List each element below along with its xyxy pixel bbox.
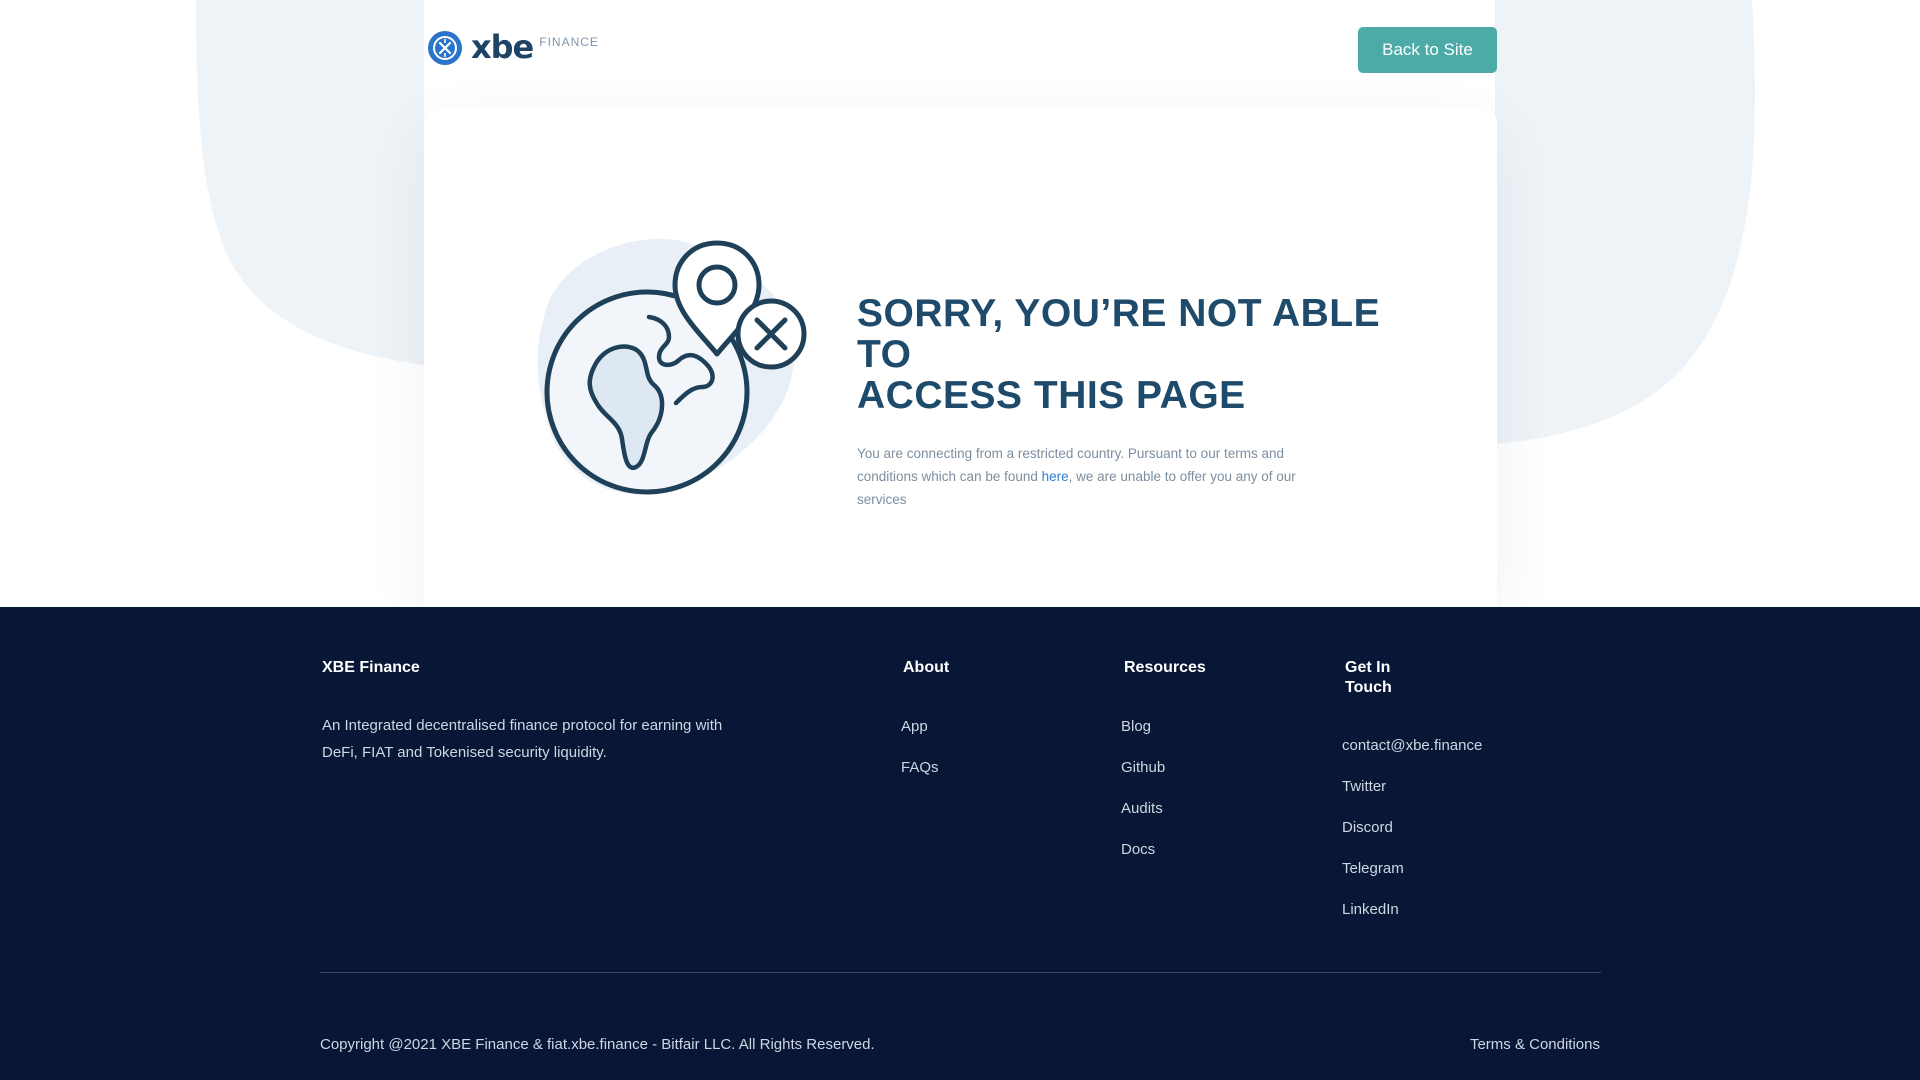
page-title: SORRY, YOU’RE NOT ABLE TO ACCESS THIS PA… [857,293,1417,416]
footer-link-github[interactable]: Github [1121,759,1165,776]
footer-terms-link[interactable]: Terms & Conditions [1470,1036,1600,1053]
xbe-logo-icon [428,31,462,65]
logo-subtitle: FINANCE [539,35,599,49]
header: xbe FINANCE Back to Site [424,26,1497,74]
footer-link-docs[interactable]: Docs [1121,841,1155,858]
page-top: xbe FINANCE Back to Site SORRY, YOU’RE N… [0,0,1920,607]
logo-wordmark: xbe [471,28,534,66]
footer-about-heading: About [903,659,950,676]
footer-brand: XBE Finance An Integrated decentralised … [322,658,742,766]
footer: XBE Finance An Integrated decentralised … [0,607,1920,1080]
footer-link-twitter[interactable]: Twitter [1342,778,1386,795]
footer-link-blog[interactable]: Blog [1121,718,1151,735]
footer-divider [320,972,1601,973]
footer-link-audits[interactable]: Audits [1121,800,1163,817]
restriction-message: You are connecting from a restricted cou… [857,442,1317,511]
footer-link-telegram[interactable]: Telegram [1342,860,1404,877]
footer-link-discord[interactable]: Discord [1342,819,1393,836]
restricted-card: SORRY, YOU’RE NOT ABLE TO ACCESS THIS PA… [424,109,1497,607]
footer-contact-heading-line-1: Get In [1345,659,1391,676]
footer-brand-title: XBE Finance [322,659,420,676]
footer-resources-heading: Resources [1124,659,1206,676]
footer-link-faqs[interactable]: FAQs [901,759,939,776]
footer-link-app[interactable]: App [901,718,928,735]
footer-contact-heading: Get In Touch [1345,658,1392,698]
title-line-1: SORRY, YOU’RE NOT ABLE TO [857,292,1381,376]
footer-about: About [903,658,949,678]
footer-contact-heading-line-2: Touch [1345,679,1392,696]
footer-contact: Get In Touch [1345,658,1392,698]
footer-tagline: An Integrated decentralised finance prot… [322,717,723,761]
footer-resources: Resources [1124,658,1206,678]
error-content: SORRY, YOU’RE NOT ABLE TO ACCESS THIS PA… [857,293,1417,511]
globe-location-blocked-icon [537,238,807,495]
footer-copyright: Copyright @2021 XBE Finance & fiat.xbe.f… [320,1036,875,1053]
back-to-site-button[interactable]: Back to Site [1358,27,1497,73]
title-line-2: ACCESS THIS PAGE [857,374,1246,417]
logo[interactable]: xbe FINANCE [427,30,599,66]
footer-link-linkedin[interactable]: LinkedIn [1342,901,1399,918]
footer-link-email[interactable]: contact@xbe.finance [1342,737,1482,754]
terms-here-link[interactable]: here [1042,469,1069,484]
